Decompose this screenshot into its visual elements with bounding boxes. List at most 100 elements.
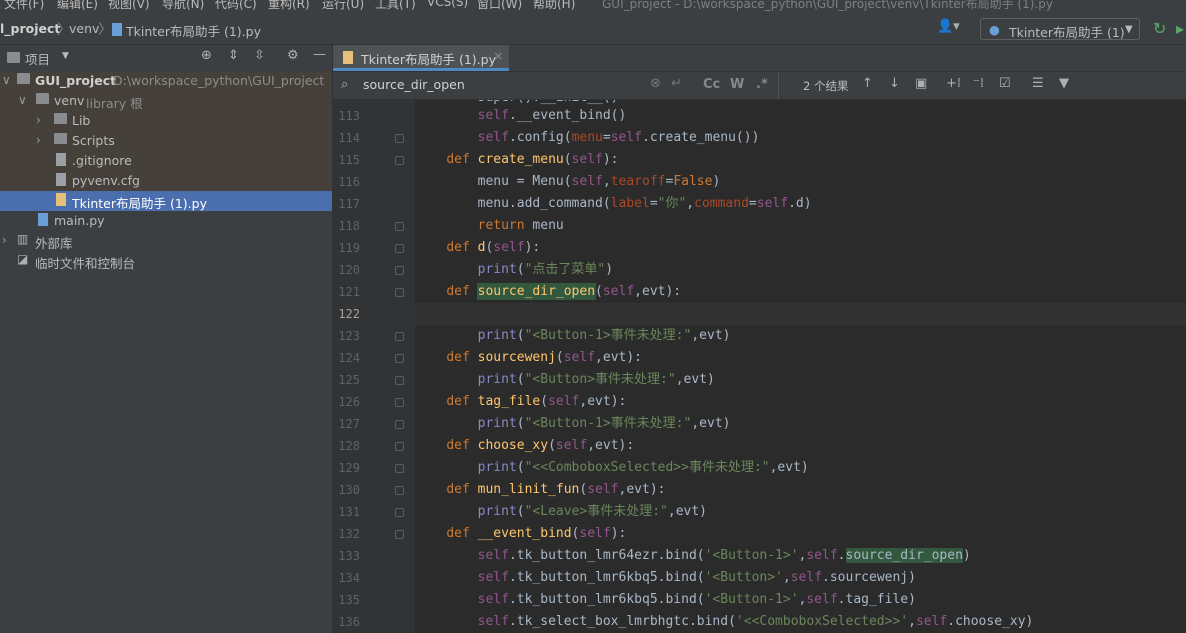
breadcrumb-file[interactable]: Tkinter布局助手 (1).py — [126, 21, 261, 40]
tree-item-label: 外部库 — [35, 236, 73, 251]
fold-marker-icon[interactable] — [395, 486, 404, 495]
user-icon[interactable]: 👤▾ — [937, 19, 960, 34]
tree-item-scripts[interactable]: › Scripts — [0, 131, 332, 151]
menu-window[interactable]: 窗口(W) — [477, 0, 522, 12]
new-line-icon[interactable]: ↵ — [671, 76, 682, 91]
fold-marker-icon[interactable] — [395, 354, 404, 363]
line-number: 126 — [338, 395, 360, 409]
menu-refactor[interactable]: 重构(R) — [268, 0, 310, 12]
next-occurrence-icon[interactable]: ↓ — [889, 76, 900, 91]
fold-marker-icon[interactable] — [395, 266, 404, 275]
run-configuration-select[interactable]: ● Tkinter布局助手 (1) ▼ — [980, 18, 1140, 40]
line-number: 133 — [338, 549, 360, 563]
tree-item-lib[interactable]: › Lib — [0, 111, 332, 131]
tree-item-gitignore[interactable]: .gitignore — [0, 151, 332, 171]
fold-marker-icon[interactable] — [395, 134, 404, 143]
fold-marker-icon[interactable] — [395, 442, 404, 451]
code-line: return menu — [477, 218, 564, 233]
menu-help[interactable]: 帮助(H) — [533, 0, 575, 12]
menu-run[interactable]: 运行(U) — [322, 0, 364, 12]
tree-item-label: Lib — [72, 113, 91, 128]
minimize-icon[interactable]: — — [313, 47, 326, 62]
line-number: 134 — [338, 571, 360, 585]
rerun-icon[interactable]: ↻ — [1153, 19, 1166, 38]
project-view-title[interactable]: 项目 — [25, 49, 50, 68]
tree-item-pyvenv[interactable]: pyvenv.cfg — [0, 171, 332, 191]
add-occurrence-icon[interactable]: +⁞ — [946, 76, 961, 91]
breadcrumb-project[interactable]: l_project — [0, 21, 60, 36]
expand-all-icon[interactable]: ⇕ — [228, 48, 239, 63]
fold-marker-icon[interactable] — [395, 156, 404, 165]
menu-code[interactable]: 代码(C) — [215, 0, 257, 12]
menu-navigate[interactable]: 导航(N) — [162, 0, 204, 12]
select-all-icon[interactable]: ▣ — [915, 76, 927, 91]
fold-marker-icon[interactable] — [395, 244, 404, 253]
project-tool-header: 项目 ▼ ⊕ ⇕ ⇳ ⚙ — — [0, 45, 332, 72]
search-input[interactable]: source_dir_open — [363, 77, 465, 92]
fold-marker-icon[interactable] — [395, 530, 404, 539]
tree-item-main[interactable]: main.py — [0, 211, 332, 231]
python-file-icon — [56, 193, 66, 206]
fold-marker-icon[interactable] — [395, 464, 404, 473]
previous-occurrence-icon[interactable]: ↑ — [862, 76, 873, 91]
code-line: def create_menu(self): — [446, 152, 619, 167]
chevron-right-icon: › — [2, 233, 7, 247]
line-number: 120 — [338, 263, 360, 277]
fold-marker-icon[interactable] — [395, 420, 404, 429]
words-button[interactable]: W — [730, 77, 744, 92]
gear-icon[interactable]: ⚙ — [287, 48, 299, 63]
fold-marker-icon[interactable] — [395, 288, 404, 297]
select-all-occurrences-icon[interactable]: ☑ — [999, 76, 1011, 91]
remove-occurrence-icon[interactable]: ⁻⁞ — [973, 76, 984, 91]
tree-item-scratches[interactable]: ◪ 临时文件和控制台 — [0, 251, 332, 271]
line-number: 136 — [338, 615, 360, 629]
fold-marker-icon[interactable] — [395, 222, 404, 231]
breadcrumb-venv[interactable]: venv — [69, 21, 99, 36]
tree-item-label: main.py — [54, 213, 105, 228]
folder-icon — [36, 93, 49, 104]
search-icon[interactable]: ⌕ — [341, 77, 348, 92]
filter-options-icon[interactable]: ☰ — [1032, 76, 1044, 91]
line-number: 128 — [338, 439, 360, 453]
chevron-down-icon: ∨ — [18, 93, 27, 107]
line-number: 119 — [338, 241, 360, 255]
filter-icon[interactable]: ▼ — [1059, 76, 1069, 91]
close-icon[interactable]: × — [493, 48, 503, 63]
code-line: print("<Leave>事件未处理:",evt) — [477, 504, 708, 519]
line-number: 117 — [338, 197, 360, 211]
folder-icon — [54, 113, 67, 124]
library-icon: ▥ — [17, 232, 29, 246]
menu-tools[interactable]: 工具(T) — [375, 0, 416, 12]
collapse-all-icon[interactable]: ⇳ — [254, 48, 265, 63]
chevron-down-icon: ∨ — [2, 73, 11, 87]
tree-item-tkinter-file[interactable]: Tkinter布局助手 (1).py — [0, 191, 332, 211]
match-case-button[interactable]: Cc — [703, 77, 720, 92]
fold-marker-icon[interactable] — [395, 398, 404, 407]
locate-icon[interactable]: ⊕ — [201, 48, 212, 63]
clear-icon[interactable]: ⊗ — [650, 76, 661, 91]
chevron-right-icon: 〉 — [98, 22, 112, 38]
menu-file[interactable]: 文件(F) — [4, 0, 44, 12]
regex-button[interactable]: .* — [756, 77, 768, 92]
chevron-down-icon[interactable]: ▼ — [62, 51, 69, 61]
editor-tabs: Tkinter布局助手 (1).py × — [333, 45, 1186, 72]
tree-item-label: GUI_project — [35, 73, 117, 88]
line-number: 115 — [338, 153, 360, 167]
menu-edit[interactable]: 编辑(E) — [57, 0, 98, 12]
tree-item-hint: library 根 — [86, 96, 143, 111]
menu-vcs[interactable]: VCS(S) — [427, 0, 468, 9]
menu-view[interactable]: 视图(V) — [108, 0, 150, 12]
run-icon[interactable]: ▸ — [1176, 19, 1184, 38]
fold-marker-icon[interactable] — [395, 508, 404, 517]
tab-tkinter-file[interactable]: Tkinter布局助手 (1).py × — [333, 45, 509, 71]
tree-item-venv[interactable]: ∨ venv library 根 — [0, 91, 332, 111]
code-line: def mun_linit_fun(self,evt): — [446, 482, 666, 497]
tree-item-gui-project[interactable]: ∨ GUI_project D:\workspace_python\GUI_pr… — [0, 71, 332, 91]
code-editor[interactable]: super().__init__() self.__event_bind() s… — [415, 100, 1186, 633]
tree-item-external-libraries[interactable]: › ▥ 外部库 — [0, 231, 332, 251]
line-number: 116 — [338, 175, 360, 189]
fold-marker-icon[interactable] — [395, 376, 404, 385]
line-number: 124 — [338, 351, 360, 365]
fold-marker-icon[interactable] — [395, 332, 404, 341]
code-line: self.tk_button_lmr6kbq5.bind('<Button-1>… — [477, 592, 916, 607]
